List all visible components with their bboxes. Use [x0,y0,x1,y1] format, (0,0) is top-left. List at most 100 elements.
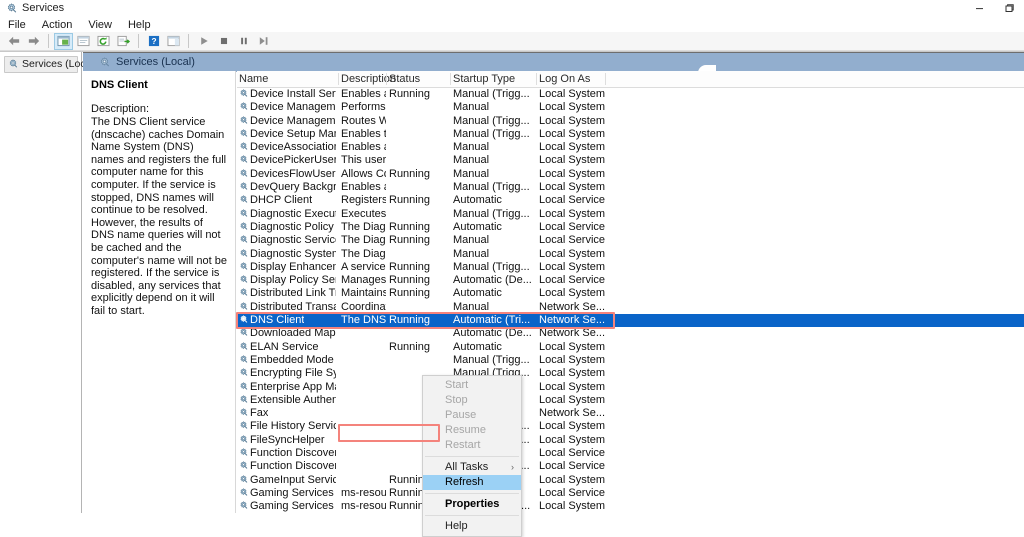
table-row[interactable]: Device Setup Manager Enables the ... Manua… [237,128,1024,141]
cell-description: Enables the ... [341,127,386,140]
show-hide-console-tree-icon[interactable] [54,32,73,50]
table-row[interactable]: Diagnostic System Host The Diagnos... Manu… [237,248,1024,261]
service-gear-icon [239,261,248,271]
table-row[interactable]: FileSyncHelperManual (Trigg...Local Syst… [237,434,1024,447]
properties-icon[interactable] [74,33,93,50]
show-hide-action-pane-icon[interactable] [164,33,183,50]
column-divider-2[interactable] [450,73,451,85]
service-context-menu[interactable]: Start Stop Pause Resume Restart All Tasks › Ref… [422,375,522,537]
detail-description-label: Description: [91,103,150,115]
cell-name: Extensible Authenticatio [250,393,336,406]
table-row[interactable]: Distributed Transaction Coor... Coordinat… [237,301,1024,314]
column-header-name[interactable]: Name [239,73,268,85]
menu-action[interactable]: Action [42,19,73,31]
cell-name: Diagnostic Service Host [250,234,336,247]
cell-name: Display Policy Service [250,274,336,287]
table-row[interactable]: File History ServiceManual (Trigg...Loca… [237,420,1024,433]
service-gear-icon [239,89,248,98]
table-row[interactable]: Distributed Link Tracking Cli... Maintain… [237,287,1024,300]
table-row[interactable]: Gaming Servicesms-resource...RunningAuto… [237,500,1024,513]
table-row[interactable]: Diagnostic Execution Service Executes dia… [237,208,1024,221]
table-row[interactable]: Device Install Service Enables a co...Run… [237,88,1024,101]
table-row[interactable]: Display Enhancement Service A service for… [237,261,1024,274]
context-menu-item-help[interactable]: Help [423,519,521,534]
table-row[interactable]: Diagnostic Policy Service The Diagnos...R… [237,221,1024,234]
context-menu-item-pause: Pause [423,408,521,423]
table-row[interactable]: DHCP Client Registers an...Running Automat… [237,194,1024,207]
forward-icon[interactable] [24,33,43,50]
table-row[interactable]: Gaming Servicesms-resource...RunningAuto… [237,487,1024,500]
service-gear-icon [239,341,248,351]
column-divider-0[interactable] [338,73,339,85]
table-row[interactable]: Function Discovery ResoManual (Trigg...L… [237,460,1024,473]
cell-description: The Diagnos... [341,234,386,247]
stop-service-icon[interactable] [214,33,233,50]
table-row[interactable]: Display Policy Service Manages th...Runni… [237,274,1024,287]
column-header-description[interactable]: Description [341,73,396,85]
table-row[interactable]: Downloaded Maps Man... Automatic (De... Ne… [237,327,1024,340]
table-row[interactable]: Diagnostic Service Host The Diagnos...Run… [237,234,1024,247]
table-row-selected[interactable]: DNS Client The DNS Cli...Running Automatic… [237,314,1024,328]
table-row[interactable]: Function Discovery ProvManualLocal Servi… [237,447,1024,460]
table-row[interactable]: Device Management Enroll... Performs De..… [237,101,1024,114]
table-row[interactable]: Embedded Mode Manual (Trigg... Local Syste… [237,354,1024,367]
back-icon[interactable] [4,33,23,50]
cell-description: The Diagnos... [341,247,386,260]
cell-name: FileSyncHelper [250,433,325,446]
table-row[interactable]: DeviceAssociationBrokerSvc... Enables app… [237,141,1024,154]
table-row[interactable]: DevicesFlowUserSvc_5ce8f Allows Conn...Ru… [237,168,1024,181]
cell-startup: Manual (Trigg... [453,353,530,366]
table-row[interactable]: Extensible AuthenticatioManualLocal Syst… [237,394,1024,407]
export-list-icon[interactable] [114,33,133,50]
column-divider-3[interactable] [536,73,537,85]
column-divider-4[interactable] [605,73,606,85]
menu-help[interactable]: Help [128,19,151,31]
column-header-log-on-as[interactable]: Log On As [539,73,590,85]
refresh-icon[interactable] [94,33,113,50]
cell-startup: Automatic [453,194,502,207]
cell-logon: Local System [539,127,606,140]
table-row[interactable]: DevQuery Background Disc... Enables app..… [237,181,1024,194]
cell-logon: Local Service [539,194,606,207]
table-row[interactable]: Enterprise App ManageManualLocal System [237,381,1024,394]
column-header-status[interactable]: Status [389,73,420,85]
cell-logon: Network Se... [539,407,606,420]
service-gear-icon [239,288,248,297]
content-tab-services-local[interactable]: Services (Local) [83,54,716,73]
menu-file[interactable]: File [8,19,26,31]
menu-view[interactable]: View [88,19,112,31]
start-service-icon[interactable] [194,33,213,50]
table-row[interactable]: FaxManualNetwork Se... [237,407,1024,420]
cell-logon: Local Service [539,220,606,233]
svg-text:?: ? [151,36,156,46]
cell-description: Enables a co... [341,88,386,100]
service-gear-icon [239,168,248,178]
services-list-rows: Device Install ServiceEnables a co...Run… [237,88,1024,513]
context-menu-item-properties[interactable]: Properties [423,497,521,512]
cell-logon: Local System [539,340,606,353]
cell-description: Routes Wirel... [341,114,386,127]
help-icon[interactable]: ? [144,33,163,50]
console-tree-pane: Services (Local) [0,52,97,513]
table-row[interactable]: DevicePickerUserSvc_5ce8f This user ser..… [237,154,1024,167]
table-row[interactable]: Encrypting File System (Manual (Trigg...… [237,367,1024,380]
tree-item-services-local[interactable]: Services (Local) [4,56,97,73]
service-gear-icon [239,208,248,218]
cell-name: ELAN Service [250,340,319,353]
context-menu-item-all-tasks[interactable]: All Tasks › [423,460,521,475]
service-gear-icon [239,394,248,404]
column-divider-1[interactable] [386,73,387,85]
cell-description: Allows Conn... [341,167,386,180]
restart-service-icon[interactable] [254,33,273,50]
maximize-restore-button[interactable] [994,0,1024,17]
table-row[interactable]: GameInput ServiceRunningAutomaticLocal S… [237,474,1024,487]
minimize-button[interactable] [964,0,994,17]
context-menu-item-refresh[interactable]: Refresh [423,475,521,490]
cell-startup: Manual [453,167,490,180]
cell-name: Function Discovery Prov [250,447,336,460]
column-header-startup-type[interactable]: Startup Type [453,73,515,85]
pause-service-icon[interactable] [234,33,253,50]
cell-description: ms-resource... [341,486,386,499]
table-row[interactable]: ELAN Service Running Automatic Local System [237,341,1024,354]
table-row[interactable]: Device Management Wireles... Routes Wirel… [237,115,1024,128]
